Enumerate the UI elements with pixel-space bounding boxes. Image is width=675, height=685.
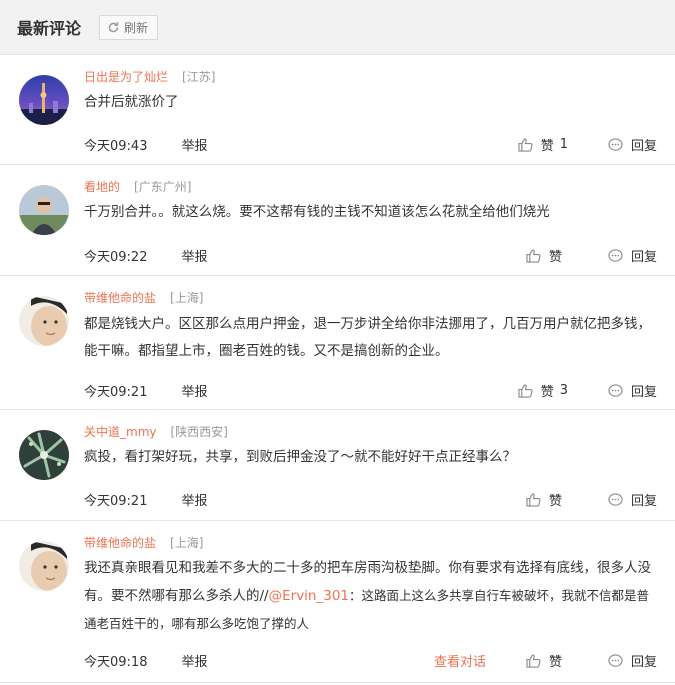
comment-bubble-icon	[608, 492, 623, 506]
like-button[interactable]: 赞 3	[518, 381, 568, 400]
comment-actions: 今天09:43 举报 赞 1 回复	[84, 135, 657, 154]
avatar[interactable]	[19, 75, 69, 125]
comment-actions: 今天09:21 举报 赞 3 回复	[84, 381, 657, 400]
comment-bubble-icon	[608, 137, 623, 151]
reply-label: 回复	[630, 655, 657, 670]
see-conversation-link[interactable]: 查看对话	[434, 651, 486, 670]
report-link[interactable]: 举报	[181, 135, 207, 154]
timestamp: 今天09:22	[84, 250, 148, 265]
timestamp: 今天09:21	[84, 385, 148, 400]
username[interactable]: 带维他命的盐	[84, 534, 156, 551]
thumbs-up-icon	[526, 653, 541, 668]
refresh-label: 刷新	[124, 20, 149, 35]
report-link[interactable]: 举报	[181, 490, 207, 509]
location: [上海]	[170, 291, 204, 305]
timestamp: 今天09:43	[84, 139, 148, 154]
comment-item: 关中道_mmy [陕西西安] 疯投，看打架好玩，共享，到败后押金没了～就不能好好…	[0, 410, 675, 521]
avatar[interactable]	[19, 430, 69, 480]
thumbs-up-icon	[526, 492, 541, 507]
comment-actions: 今天09:21 举报 赞 回复	[84, 490, 657, 509]
like-button[interactable]: 赞	[526, 651, 568, 670]
avatar[interactable]	[19, 296, 69, 346]
location: [江苏]	[182, 70, 216, 84]
comment-bubble-icon	[608, 653, 623, 667]
report-link[interactable]: 举报	[181, 381, 207, 400]
reply-label: 回复	[630, 385, 657, 400]
like-count: 1	[559, 137, 568, 152]
username[interactable]: 日出是为了灿烂	[84, 68, 168, 85]
report-link[interactable]: 举报	[181, 651, 207, 670]
refresh-button[interactable]: 刷新	[99, 14, 159, 40]
avatar[interactable]	[19, 541, 69, 591]
reply-button[interactable]: 回复	[608, 381, 657, 400]
comment-actions: 今天09:22 举报 赞 回复	[84, 246, 657, 265]
avatar[interactable]	[19, 185, 69, 235]
thumbs-up-icon	[518, 137, 533, 152]
comment-item: 带维他命的盐 [上海] 都是烧钱大户。区区那么点用户押金，退一万步讲全给你非法挪…	[0, 276, 675, 410]
location: [广东广州]	[134, 180, 192, 194]
report-link[interactable]: 举报	[181, 246, 207, 265]
like-label: 赞	[548, 250, 562, 265]
comment-bubble-icon	[608, 248, 623, 262]
like-button[interactable]: 赞	[526, 246, 568, 265]
reply-label: 回复	[630, 139, 657, 154]
reply-label: 回复	[630, 494, 657, 509]
comment-item: 看地的 [广东广州] 千万别合并。。就这么烧。要不这帮有钱的主钱不知道该怎么花就…	[0, 165, 675, 276]
mention-link[interactable]: @Ervin_301	[269, 588, 349, 604]
comment-text: 都是烧钱大户。区区那么点用户押金，退一万步讲全给你非法挪用了，几百万用户就亿把多…	[84, 316, 651, 359]
comment-text: 合并后就涨价了	[84, 94, 179, 110]
comments-header: 最新评论 刷新	[0, 0, 675, 55]
location: [上海]	[170, 536, 204, 550]
thumbs-up-icon	[518, 383, 533, 398]
username[interactable]: 带维他命的盐	[84, 289, 156, 306]
comment-text: 我还真亲眼看见和我差不多大的二十多的把车房雨沟极垫脚。你有要求有选择有底线，很多…	[84, 555, 654, 638]
reply-button[interactable]: 回复	[608, 135, 657, 154]
like-label: 赞	[540, 139, 554, 154]
comment-text: 疯投，看打架好玩，共享，到败后押金没了～就不能好好干点正经事么？	[84, 449, 516, 465]
like-button[interactable]: 赞	[526, 490, 568, 509]
like-count: 3	[559, 383, 568, 398]
username[interactable]: 关中道_mmy	[84, 423, 156, 440]
reply-button[interactable]: 回复	[608, 246, 657, 265]
comment-text: 千万别合并。。就这么烧。要不这帮有钱的主钱不知道该怎么花就全给他们烧光	[84, 204, 550, 220]
refresh-icon	[108, 21, 119, 32]
username[interactable]: 看地的	[84, 178, 120, 195]
like-label: 赞	[548, 494, 562, 509]
like-label: 赞	[548, 655, 562, 670]
section-title: 最新评论	[17, 19, 82, 38]
comment-bubble-icon	[608, 383, 623, 397]
location: [陕西西安]	[170, 425, 228, 439]
like-label: 赞	[540, 385, 554, 400]
comment-actions: 今天09:18 举报 查看对话 赞 回复	[84, 651, 657, 670]
timestamp: 今天09:21	[84, 494, 148, 509]
reply-label: 回复	[630, 250, 657, 265]
reply-button[interactable]: 回复	[608, 490, 657, 509]
timestamp: 今天09:18	[84, 655, 148, 670]
comment-item: 带维他命的盐 [上海] 我还真亲眼看见和我差不多大的二十多的把车房雨沟极垫脚。你…	[0, 521, 675, 683]
reply-button[interactable]: 回复	[608, 651, 657, 670]
thumbs-up-icon	[526, 248, 541, 263]
comment-item: 日出是为了灿烂 [江苏] 合并后就涨价了 今天09:43 举报 赞 1 回复	[0, 55, 675, 165]
like-button[interactable]: 赞 1	[518, 135, 568, 154]
